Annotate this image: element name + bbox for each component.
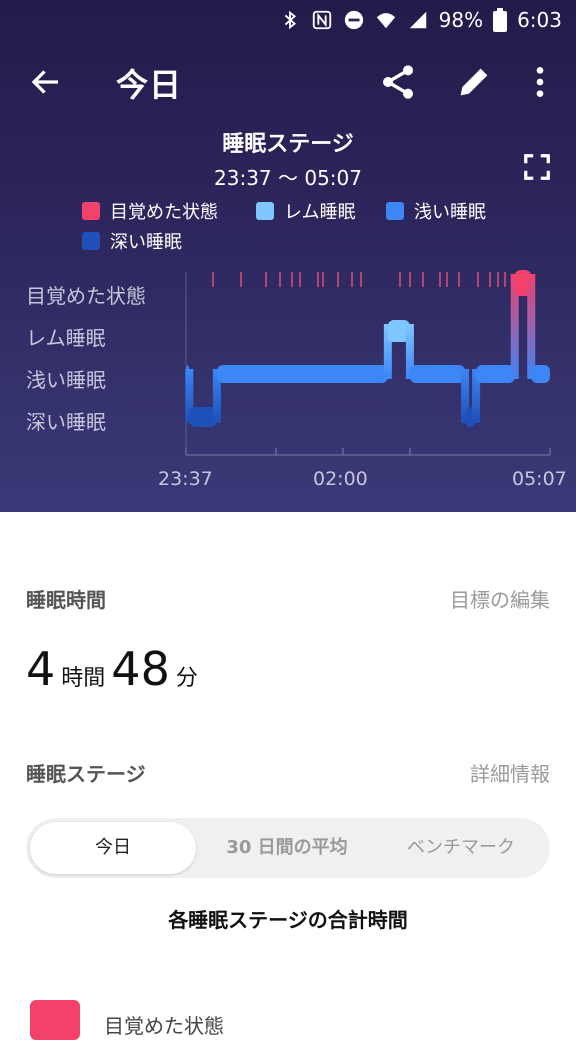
stage-segment [216, 365, 388, 383]
period-segmented-control: 今日 30 日間の平均 ベンチマーク [26, 818, 550, 878]
stage-segment [531, 365, 550, 383]
duration-minutes-unit: 分 [175, 666, 198, 691]
edit-goal-link[interactable]: 目標の編集 [450, 584, 550, 613]
x-label-end: 05:07 [512, 468, 567, 490]
stage-transition [527, 274, 536, 379]
total-time-title: 各睡眠ステージの合計時間 [168, 908, 408, 932]
sleep-time-title: 睡眠時間 [26, 588, 106, 612]
sleep-summary: 睡眠時間 目標の編集 4 時間 48 分 睡眠ステージ 詳細情報 今日 30 日間の平… [0, 512, 576, 1040]
duration-hours-unit: 時間 [61, 666, 106, 691]
duration-minutes: 48 [111, 642, 170, 696]
tab-benchmark[interactable]: ベンチマーク [376, 818, 546, 878]
awake-stage-label: 目覚めた状態 [104, 1014, 224, 1038]
stage-segment [476, 365, 515, 383]
x-label-mid: 02:00 [313, 468, 368, 490]
x-label-start: 23:37 [158, 468, 213, 490]
stage-segment [409, 365, 466, 383]
stage-segment [189, 407, 217, 427]
sleep-duration: 4 時間 48 分 [26, 642, 204, 696]
sleep-chart-panel: 98% 6:03 今日 睡眠ステージ 23:37 〜 05:07 目覚めた状態 [0, 0, 576, 512]
tab-today[interactable]: 今日 [30, 818, 196, 878]
tab-30-day-average[interactable]: 30 日間の平均 [204, 818, 370, 878]
sleep-stages-title: 睡眠ステージ [26, 762, 146, 786]
sleep-stage-chart [185, 270, 551, 456]
duration-hours: 4 [26, 642, 56, 696]
awake-swatch [30, 1000, 80, 1040]
details-link[interactable]: 詳細情報 [470, 758, 550, 787]
